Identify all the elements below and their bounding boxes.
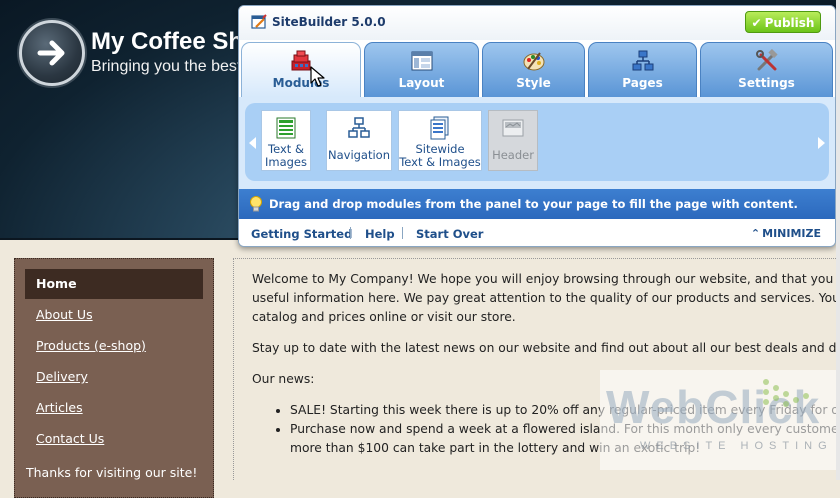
- nav-item-contact-us[interactable]: Contact Us: [25, 424, 203, 454]
- tab-label: Modules: [272, 76, 330, 90]
- tab-style[interactable]: Style: [482, 42, 585, 97]
- tab-label: Pages: [622, 76, 663, 90]
- sitebuilder-titlebar: SiteBuilder 5.0.0 ✔ Publish: [239, 6, 835, 40]
- welcome-line-2: useful information here. We pay great at…: [252, 291, 840, 305]
- header-icon: [502, 119, 524, 137]
- module-label: Text & Images: [264, 142, 307, 169]
- watermark-dots-icon: [763, 379, 809, 407]
- tab-label: Style: [516, 76, 551, 90]
- sitebuilder-logo-icon: [251, 14, 267, 29]
- welcome-line-3: catalog and prices online or visit our s…: [252, 310, 516, 324]
- settings-tools-icon: [755, 49, 778, 71]
- sitebuilder-panel: SiteBuilder 5.0.0 ✔ Publish Modules Layou…: [238, 5, 836, 247]
- nav-item-delivery[interactable]: Delivery: [25, 362, 203, 392]
- scroll-left-icon[interactable]: [249, 137, 256, 149]
- sitebuilder-title: SiteBuilder 5.0.0: [272, 15, 386, 29]
- help-link[interactable]: Help: [365, 227, 395, 241]
- minimize-label: MINIMIZE: [762, 227, 821, 240]
- module-label: Sitewide Text & Images: [399, 142, 481, 169]
- checkmark-icon: ✔: [751, 16, 762, 30]
- tab-label: Settings: [738, 76, 795, 90]
- nav-item-about-us[interactable]: About Us: [25, 300, 203, 330]
- pages-sitemap-icon: [632, 50, 653, 71]
- welcome-paragraph: Welcome to My Company! We hope you will …: [252, 270, 840, 327]
- module-header[interactable]: Header: [488, 110, 538, 171]
- module-text-images[interactable]: Text & Images: [261, 110, 311, 171]
- hint-bar: Drag and drop modules from the panel to …: [239, 189, 835, 219]
- site-title: My Coffee Sh: [91, 28, 244, 55]
- double-chevron-up-icon: ⌃: [750, 227, 761, 240]
- lightbulb-icon: [250, 196, 262, 212]
- module-label: Header: [492, 148, 534, 162]
- sitebuilder-footer: Getting Started Help Start Over ⌃ MINIMIZ…: [239, 219, 835, 246]
- module-navigation[interactable]: Navigation: [326, 110, 392, 171]
- modules-track: Text & Images Navigation Sitewide Text & I…: [245, 103, 829, 181]
- start-over-link[interactable]: Start Over: [416, 227, 483, 241]
- getting-started-link[interactable]: Getting Started: [251, 227, 352, 241]
- layout-icon: [411, 51, 432, 71]
- module-sitewide-text-images[interactable]: Sitewide Text & Images: [398, 110, 482, 171]
- tab-layout[interactable]: Layout: [364, 42, 479, 97]
- site-logo: [19, 20, 85, 86]
- scroll-right-icon[interactable]: [818, 137, 825, 149]
- content-divider-top: [233, 258, 840, 259]
- page-scrollbar[interactable]: [836, 0, 840, 480]
- publish-button[interactable]: ✔ Publish: [745, 11, 821, 33]
- publish-label: Publish: [764, 16, 815, 30]
- nav-footer-text: Thanks for visiting our site!: [26, 465, 198, 480]
- nav-item-articles[interactable]: Articles: [25, 393, 203, 423]
- news-intro-paragraph: Stay up to date with the latest news on …: [252, 341, 840, 355]
- style-palette-icon: [523, 52, 544, 71]
- site-tagline: Bringing you the best: [91, 58, 242, 75]
- hint-text: Drag and drop modules from the panel to …: [269, 197, 798, 211]
- tab-modules[interactable]: Modules: [241, 42, 361, 97]
- sitebuilder-tabs: Modules Layout Style Pages Settings: [239, 40, 835, 97]
- site-nav: Home About Us Products (e-shop) Delivery…: [14, 258, 214, 498]
- watermark-sub: WEBSITE HOSTING: [640, 440, 833, 452]
- nav-item-home[interactable]: Home: [25, 269, 203, 299]
- mouse-cursor-icon: [310, 66, 325, 87]
- minimize-button[interactable]: ⌃ MINIMIZE: [751, 227, 821, 240]
- tab-settings[interactable]: Settings: [700, 42, 833, 97]
- modules-panel: Text & Images Navigation Sitewide Text & I…: [239, 97, 835, 189]
- module-label: Navigation: [327, 148, 391, 162]
- arrow-right-icon: [37, 40, 65, 66]
- nav-item-products[interactable]: Products (e-shop): [25, 331, 203, 361]
- tab-pages[interactable]: Pages: [588, 42, 697, 97]
- sitewide-text-images-icon: [430, 116, 449, 140]
- content-divider-left: [233, 258, 234, 480]
- webclick-watermark: WebClick WEBSITE HOSTING: [600, 370, 840, 470]
- welcome-line-1: Welcome to My Company! We hope you will …: [252, 272, 840, 286]
- link-separator: [402, 227, 403, 239]
- text-images-icon: [276, 117, 296, 139]
- link-separator: [350, 227, 351, 239]
- navigation-icon: [348, 117, 370, 138]
- tab-label: Layout: [398, 76, 445, 90]
